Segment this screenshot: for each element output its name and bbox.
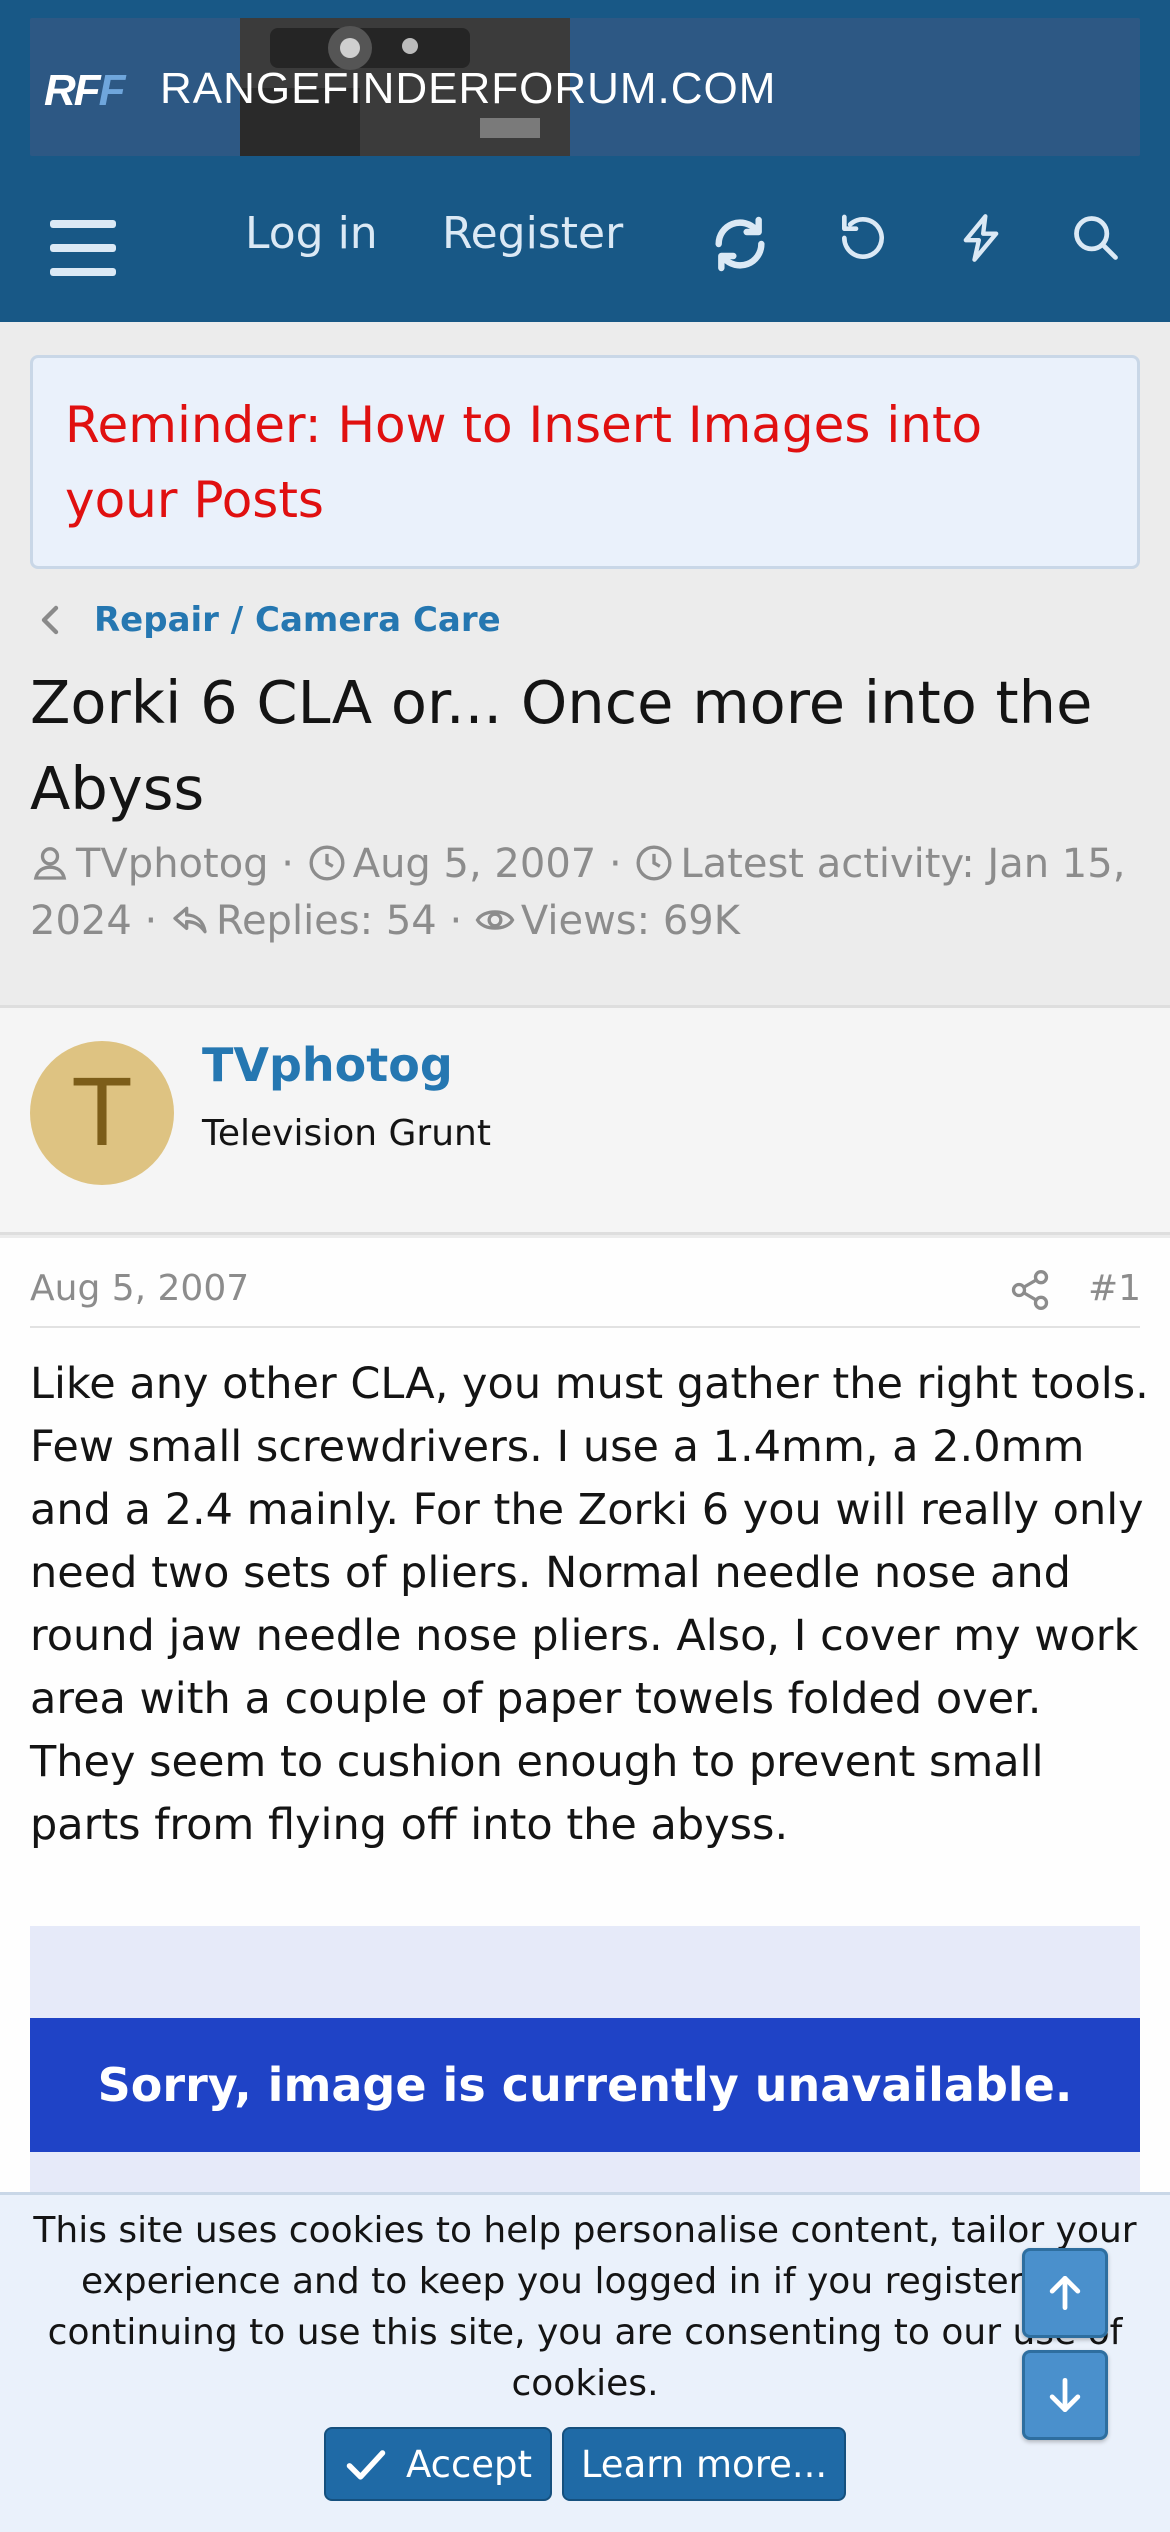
post-body: Like any other CLA, you must gather the …: [30, 1359, 1149, 1850]
arrow-down-icon: [1049, 2377, 1081, 2413]
accept-label: Accept: [405, 2442, 533, 2486]
accept-button[interactable]: Accept: [324, 2427, 552, 2501]
top-nav: Log in Register: [0, 180, 1170, 300]
user-icon: [30, 842, 70, 882]
scroll-bottom-button[interactable]: [1022, 2350, 1108, 2440]
thread-meta: TVphotog · Aug 5, 2007 · Latest activity…: [30, 841, 1126, 944]
register-link[interactable]: Register: [442, 208, 623, 259]
login-link[interactable]: Log in: [245, 208, 378, 259]
thread-start-date[interactable]: Aug 5, 2007: [353, 841, 597, 887]
reminder-notice[interactable]: Reminder: How to Insert Images into your…: [30, 355, 1140, 569]
search-icon[interactable]: [1070, 210, 1122, 266]
site-header: RFF RANGEFINDERFORUM.COM Log in Register: [0, 0, 1170, 322]
scroll-top-button[interactable]: [1022, 2248, 1108, 2338]
avatar[interactable]: T: [30, 1041, 174, 1185]
post-author-block: T TVphotog Television Grunt: [0, 1005, 1170, 1235]
post-number[interactable]: #1: [1088, 1268, 1141, 1309]
clock-icon: [634, 842, 674, 882]
breadcrumb-link[interactable]: Repair / Camera Care: [94, 600, 501, 640]
thread-title: Zorki 6 CLA or... Once more into the Aby…: [30, 668, 1093, 823]
image-unavailable-text: Sorry, image is currently unavailable.: [30, 2018, 1140, 2152]
site-name: RANGEFINDERFORUM.COM: [160, 64, 777, 113]
bolt-icon[interactable]: [955, 210, 1007, 266]
reply-count: Replies: 54: [215, 898, 437, 944]
thread-author[interactable]: TVphotog: [76, 841, 269, 887]
site-logo: RFF: [44, 66, 126, 115]
breadcrumb: Repair / Camera Care: [30, 595, 501, 645]
share-icon[interactable]: [1008, 1268, 1052, 1312]
post-divider: [30, 1326, 1140, 1328]
user-title: Television Grunt: [202, 1113, 491, 1154]
post-date[interactable]: Aug 5, 2007: [30, 1268, 249, 1309]
cookie-notice: This site uses cookies to help personali…: [0, 2192, 1170, 2532]
arrow-up-icon: [1049, 2275, 1081, 2311]
check-icon: [346, 2450, 386, 2480]
refresh-icon[interactable]: [708, 212, 772, 276]
post-username[interactable]: TVphotog: [202, 1038, 453, 1092]
eye-icon: [475, 899, 515, 939]
learn-more-button[interactable]: Learn more...: [562, 2427, 846, 2501]
undo-icon[interactable]: [835, 210, 891, 266]
reply-icon: [170, 899, 210, 939]
menu-icon[interactable]: [50, 220, 116, 276]
chevron-left-icon[interactable]: [30, 595, 70, 645]
clock-icon: [307, 842, 347, 882]
notice-text[interactable]: Reminder: How to Insert Images into your…: [65, 388, 1105, 538]
cookie-text: This site uses cookies to help personali…: [33, 2210, 1137, 2404]
site-banner[interactable]: RFF RANGEFINDERFORUM.COM: [30, 18, 1140, 156]
post-image[interactable]: Sorry, image is currently unavailable.: [30, 1926, 1140, 2196]
view-count: Views: 69K: [520, 898, 740, 944]
